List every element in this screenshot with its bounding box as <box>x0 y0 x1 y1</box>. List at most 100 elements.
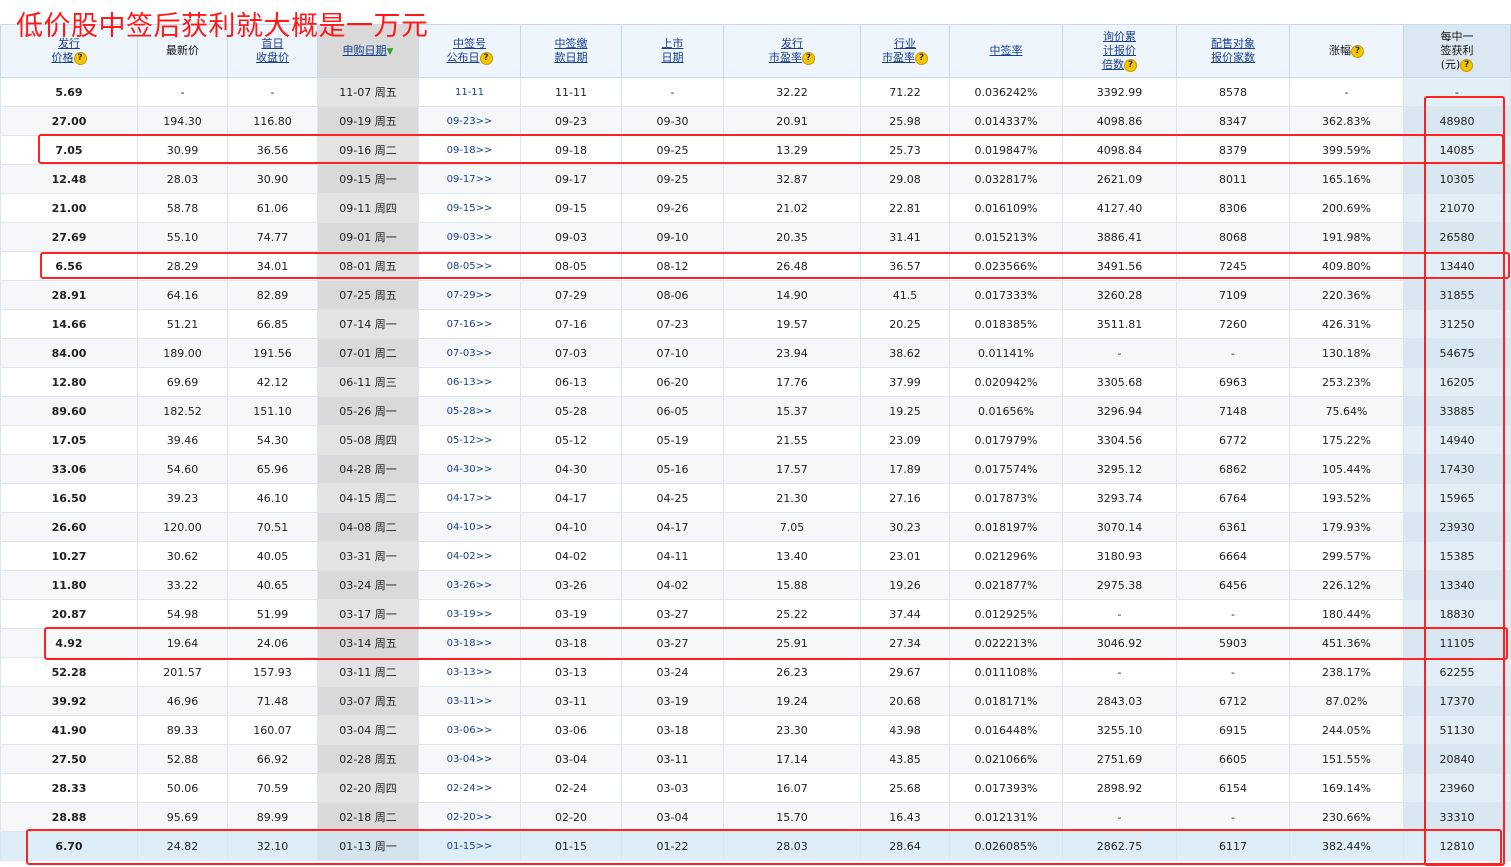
cell-lottery-announce-date[interactable]: 04-17>> <box>418 483 521 513</box>
col-header-label: 市盈率 <box>769 51 802 64</box>
cell-first-day-close: 70.59 <box>227 773 318 803</box>
cell-payment-date: 03-18 <box>520 628 622 658</box>
table-row: 52.28 201.57 157.93 03-11 周二 03-13>> 03-13 03-… <box>0 657 1511 687</box>
cell-issue-price: 28.91 <box>0 280 138 310</box>
cell-lottery-announce-date[interactable]: 06-13>> <box>418 367 521 397</box>
cell-issue-price: 5.69 <box>0 77 138 107</box>
cell-payment-date: 03-04 <box>520 744 622 774</box>
cell-lottery-announce-date[interactable]: 02-20>> <box>418 802 521 832</box>
cell-allotment-rate: 0.015213% <box>949 222 1063 252</box>
cell-first-day-close: 32.10 <box>227 831 318 861</box>
help-icon[interactable]: ? <box>1460 58 1474 72</box>
cell-lottery-announce-date[interactable]: 04-30>> <box>418 454 521 484</box>
col-header-industry-pe[interactable]: 行业 市盈率? <box>860 24 950 78</box>
cell-industry-pe: 37.44 <box>860 599 950 629</box>
cell-allotment-rate: 0.019847% <box>949 135 1063 165</box>
table-row: 12.80 69.69 42.12 06-11 周三 06-13>> 06-13 06-20… <box>0 367 1511 397</box>
cell-allotment-rate: 0.020942% <box>949 367 1063 397</box>
col-header-lottery-announce-date[interactable]: 中签号 公布日? <box>418 24 521 78</box>
cell-lottery-announce-date[interactable]: 09-15>> <box>418 193 521 223</box>
cell-listing-date: 01-22 <box>621 831 724 861</box>
cell-lottery-announce-date[interactable]: 03-19>> <box>418 599 521 629</box>
cell-lottery-announce-date[interactable]: 04-02>> <box>418 541 521 571</box>
help-icon[interactable]: ? <box>915 51 928 65</box>
cell-allotment-rate: 0.016109% <box>949 193 1063 223</box>
cell-lottery-announce-date[interactable]: 02-24>> <box>418 773 521 803</box>
cell-latest-price: 54.60 <box>137 454 228 484</box>
cell-lottery-announce-date[interactable]: 03-13>> <box>418 657 521 687</box>
cell-inquiry-multiple: 2975.38 <box>1062 570 1177 600</box>
cell-lottery-announce-date[interactable]: 03-06>> <box>418 715 521 745</box>
cell-subscription-date: 07-01 周二 <box>317 338 419 368</box>
cell-first-day-close: 74.77 <box>227 222 318 252</box>
cell-lottery-announce-date[interactable]: 09-23>> <box>418 106 521 136</box>
cell-allotment-rate: 0.018385% <box>949 309 1063 339</box>
col-header-allotment-rate[interactable]: 中签率 <box>949 24 1063 78</box>
cell-price-gain: 151.55% <box>1289 744 1404 774</box>
cell-lottery-announce-date[interactable]: 09-17>> <box>418 164 521 194</box>
cell-lottery-announce-date[interactable]: 03-04>> <box>418 744 521 774</box>
cell-industry-pe: 28.64 <box>860 831 950 861</box>
cell-inquiry-multiple: 4127.40 <box>1062 193 1177 223</box>
col-header-label: 中签率 <box>989 44 1023 57</box>
cell-allotment-rate: 0.017393% <box>949 773 1063 803</box>
col-header-label: 每中一 <box>1440 30 1474 43</box>
cell-payment-date: 02-20 <box>520 802 622 832</box>
cell-listing-date: 09-10 <box>621 222 724 252</box>
col-header-inquiry-multiple[interactable]: 询价累 计报价 倍数? <box>1062 24 1177 78</box>
cell-issue-pe: 20.91 <box>723 106 861 136</box>
cell-lottery-announce-date[interactable]: 07-29>> <box>418 280 521 310</box>
cell-first-day-close: 40.65 <box>227 570 318 600</box>
table-row: 27.00 194.30 116.80 09-19 周五 09-23>> 09-23 09-… <box>0 106 1511 136</box>
col-header-payment-date[interactable]: 中签缴 款日期 <box>520 24 622 78</box>
cell-profit-per-lot: 21070 <box>1403 193 1511 223</box>
cell-inquiry-multiple: 3392.99 <box>1062 77 1177 107</box>
col-header-issue-pe[interactable]: 发行 市盈率? <box>723 24 861 78</box>
help-icon[interactable]: ? <box>802 51 815 65</box>
cell-lottery-announce-date[interactable]: 07-16>> <box>418 309 521 339</box>
cell-price-gain: 179.93% <box>1289 512 1404 542</box>
cell-listing-date: 09-26 <box>621 193 724 223</box>
cell-lottery-announce-date[interactable]: 07-03>> <box>418 338 521 368</box>
cell-issue-pe: 21.30 <box>723 483 861 513</box>
cell-payment-date: 01-15 <box>520 831 622 861</box>
cell-lottery-announce-date[interactable]: 05-12>> <box>418 425 521 455</box>
cell-industry-pe: 30.23 <box>860 512 950 542</box>
cell-first-day-close: 116.80 <box>227 106 318 136</box>
help-icon[interactable]: ? <box>1351 44 1364 58</box>
help-icon[interactable]: ? <box>1124 58 1137 72</box>
cell-inquiry-multiple: 2898.92 <box>1062 773 1177 803</box>
cell-lottery-announce-date[interactable]: 03-18>> <box>418 628 521 658</box>
cell-lottery-announce-date[interactable]: 08-05>> <box>418 251 521 281</box>
cell-payment-date: 08-05 <box>520 251 622 281</box>
cell-lottery-announce-date[interactable]: 03-26>> <box>418 570 521 600</box>
cell-lottery-announce-date[interactable]: 05-28>> <box>418 396 521 426</box>
cell-profit-per-lot: 33885 <box>1403 396 1511 426</box>
cell-lottery-announce-date[interactable]: 09-18>> <box>418 135 521 165</box>
sort-arrow-icon[interactable]: ▼ <box>387 47 394 57</box>
cell-inquiry-multiple: 3260.28 <box>1062 280 1177 310</box>
cell-subscription-date: 09-19 周五 <box>317 106 419 136</box>
cell-allotment-rate: 0.012131% <box>949 802 1063 832</box>
cell-payment-date: 03-19 <box>520 599 622 629</box>
cell-lottery-announce-date[interactable]: 03-11>> <box>418 686 521 716</box>
col-header-placement-bidders[interactable]: 配售对象 报价家数 <box>1176 24 1290 78</box>
cell-profit-per-lot: 11105 <box>1403 628 1511 658</box>
help-icon[interactable]: ? <box>479 51 493 65</box>
cell-allotment-rate: 0.01141% <box>949 338 1063 368</box>
table-row: 6.56 28.29 34.01 08-01 周五 08-05>> 08-05 08-12 2… <box>0 251 1511 281</box>
col-header-listing-date[interactable]: 上市 日期 <box>621 24 724 78</box>
cell-listing-date: 09-25 <box>621 164 724 194</box>
annotation-title: 低价股中签后获利就大概是一万元 <box>16 11 429 42</box>
cell-first-day-close: 157.93 <box>227 657 318 687</box>
cell-placement-bidders: 6712 <box>1176 686 1290 716</box>
cell-lottery-announce-date[interactable]: 01-15>> <box>418 831 521 861</box>
cell-price-gain: 169.14% <box>1289 773 1404 803</box>
cell-listing-date: 09-30 <box>621 106 724 136</box>
cell-listing-date: 03-03 <box>621 773 724 803</box>
cell-allotment-rate: 0.018171% <box>949 686 1063 716</box>
help-icon[interactable]: ? <box>73 51 87 65</box>
cell-lottery-announce-date[interactable]: 04-10>> <box>418 512 521 542</box>
cell-lottery-announce-date[interactable]: 09-03>> <box>418 222 521 252</box>
cell-industry-pe: 16.43 <box>860 802 950 832</box>
